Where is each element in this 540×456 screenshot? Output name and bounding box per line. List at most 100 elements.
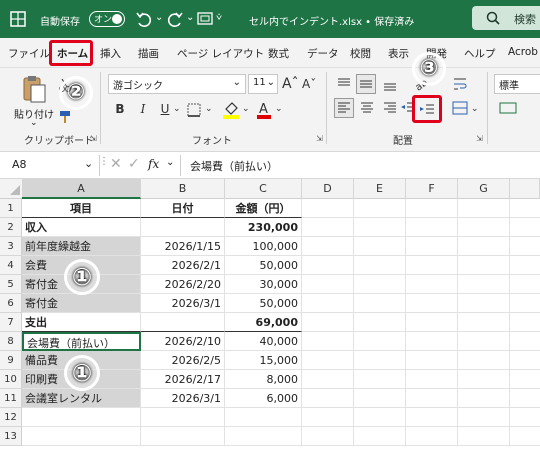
clipboard-launcher-icon[interactable]: ⇲ [90,134,97,143]
redo-icon[interactable] [166,10,184,28]
font-color-dropdown-icon[interactable]: ⌄ [275,101,283,117]
table-cell[interactable]: 2026/2/1 [141,256,225,275]
table-cell[interactable] [141,313,225,332]
tab-insert[interactable]: 挿入 [100,46,121,61]
italic-button[interactable]: I [136,101,150,117]
font-name-select[interactable]: 游ゴシック ⌄ [108,74,246,94]
row-header[interactable]: 2 [0,218,22,237]
table-cell[interactable]: 2026/2/10 [141,332,225,351]
empty-cells[interactable] [302,199,540,446]
row-header[interactable]: 13 [0,427,22,446]
active-cell[interactable]: 会場費（前払い） [22,332,141,351]
font-launcher-icon[interactable]: ⇲ [316,134,323,143]
align-left-button[interactable] [334,98,354,118]
column-header-b[interactable]: B [141,179,225,199]
format-painter-icon[interactable] [58,110,72,124]
column-header-f[interactable]: F [406,179,458,199]
table-cell[interactable]: 8,000 [225,370,302,389]
row-header[interactable]: 10 [0,370,22,389]
file-name[interactable]: セル内でインデント.xlsx • 保存済み [249,13,414,28]
row-header[interactable]: 5 [0,275,22,294]
name-box[interactable]: A8 ⌄ [8,155,100,176]
column-header-d[interactable]: D [302,179,354,199]
tab-formulas[interactable]: 数式 [268,46,289,61]
bold-button[interactable]: B [113,101,127,117]
column-header-e[interactable]: E [354,179,406,199]
table-header-date[interactable]: 日付 [141,199,225,218]
row-header[interactable]: 8 [0,332,22,351]
search-box[interactable]: 検索 [472,6,540,30]
table-cell[interactable] [22,427,141,446]
table-cell[interactable]: 2026/1/15 [141,237,225,256]
row-header[interactable]: 1 [0,199,22,218]
row-header[interactable]: 6 [0,294,22,313]
tab-file[interactable]: ファイル [8,46,50,61]
table-cell[interactable]: 230,000 [225,218,302,237]
table-header-item[interactable]: 項目 [22,199,141,218]
tab-draw[interactable]: 描画 [138,46,159,61]
merge-center-icon[interactable] [452,100,468,116]
table-cell[interactable]: 2026/2/20 [141,275,225,294]
table-cell[interactable]: 収入 [22,218,141,237]
quick-access-icon[interactable] [197,11,213,27]
table-cell[interactable]: 前年度繰越金 [22,237,141,256]
table-cell[interactable]: 30,000 [225,275,302,294]
table-header-amount[interactable]: 金額（円） [225,199,302,218]
row-header[interactable]: 12 [0,408,22,427]
underline-button[interactable]: U [158,101,172,117]
fill-color-icon[interactable] [222,100,240,120]
table-cell[interactable]: 50,000 [225,256,302,275]
enter-icon[interactable]: ✓ [128,156,140,172]
undo-dropdown-icon[interactable]: ⌄ [155,12,163,23]
tab-page-layout[interactable]: ページ レイアウト [177,46,264,61]
increase-font-icon[interactable]: Aˆ [282,76,299,92]
tab-acrobat[interactable]: Acrob [508,46,538,58]
column-header-c[interactable]: C [225,179,302,199]
table-cell[interactable]: 支出 [22,313,141,332]
table-cell[interactable] [225,427,302,446]
align-bottom-icon[interactable] [382,76,398,92]
cancel-icon[interactable]: ✕ [110,156,122,172]
align-center-icon[interactable] [359,100,375,116]
tab-review[interactable]: 校閲 [350,46,371,61]
decrease-font-icon[interactable]: Aˇ [302,76,316,92]
column-header-g[interactable]: G [458,179,510,199]
select-all-icon[interactable] [10,185,20,195]
table-cell[interactable]: 100,000 [225,237,302,256]
font-size-select[interactable]: 11 ⌄ [248,74,278,94]
table-cell[interactable] [22,408,141,427]
row-header[interactable]: 9 [0,351,22,370]
font-color-icon[interactable]: A [256,100,272,120]
underline-dropdown-icon[interactable]: ⌄ [173,101,181,117]
table-cell[interactable]: 6,000 [225,389,302,408]
tab-view[interactable]: 表示 [388,46,409,61]
filename-dropdown-icon[interactable]: ⌄ [396,11,405,24]
borders-dropdown-icon[interactable]: ⌄ [205,101,213,117]
paste-icon[interactable] [22,74,48,104]
number-format-select[interactable]: 標準 [494,74,540,94]
table-cell[interactable] [141,408,225,427]
align-top-icon[interactable] [336,76,352,92]
paste-dropdown-icon[interactable]: ⌄ [30,118,38,128]
tab-help[interactable]: ヘルプ [464,46,496,61]
borders-icon[interactable] [186,102,202,118]
column-header-h[interactable] [510,179,540,199]
table-cell[interactable]: 会議室レンタル [22,389,141,408]
row-header[interactable]: 4 [0,256,22,275]
table-cell[interactable] [225,408,302,427]
column-header-a[interactable]: A [22,179,141,199]
row-header[interactable]: 11 [0,389,22,408]
autosave-toggle[interactable]: オン [89,11,125,27]
customize-qat-icon[interactable]: ⩒ [216,12,222,23]
alignment-launcher-icon[interactable]: ⇲ [476,134,483,143]
row-header[interactable]: 7 [0,313,22,332]
wrap-text-icon[interactable] [452,76,468,92]
row-header[interactable]: 3 [0,237,22,256]
redo-dropdown-icon[interactable]: ⌄ [186,12,194,23]
align-middle-button[interactable] [356,74,376,94]
merge-dropdown-icon[interactable]: ⌄ [471,101,479,117]
table-cell[interactable] [141,427,225,446]
table-cell[interactable]: 69,000 [225,313,302,332]
table-cell[interactable]: 40,000 [225,332,302,351]
table-cell[interactable] [141,218,225,237]
